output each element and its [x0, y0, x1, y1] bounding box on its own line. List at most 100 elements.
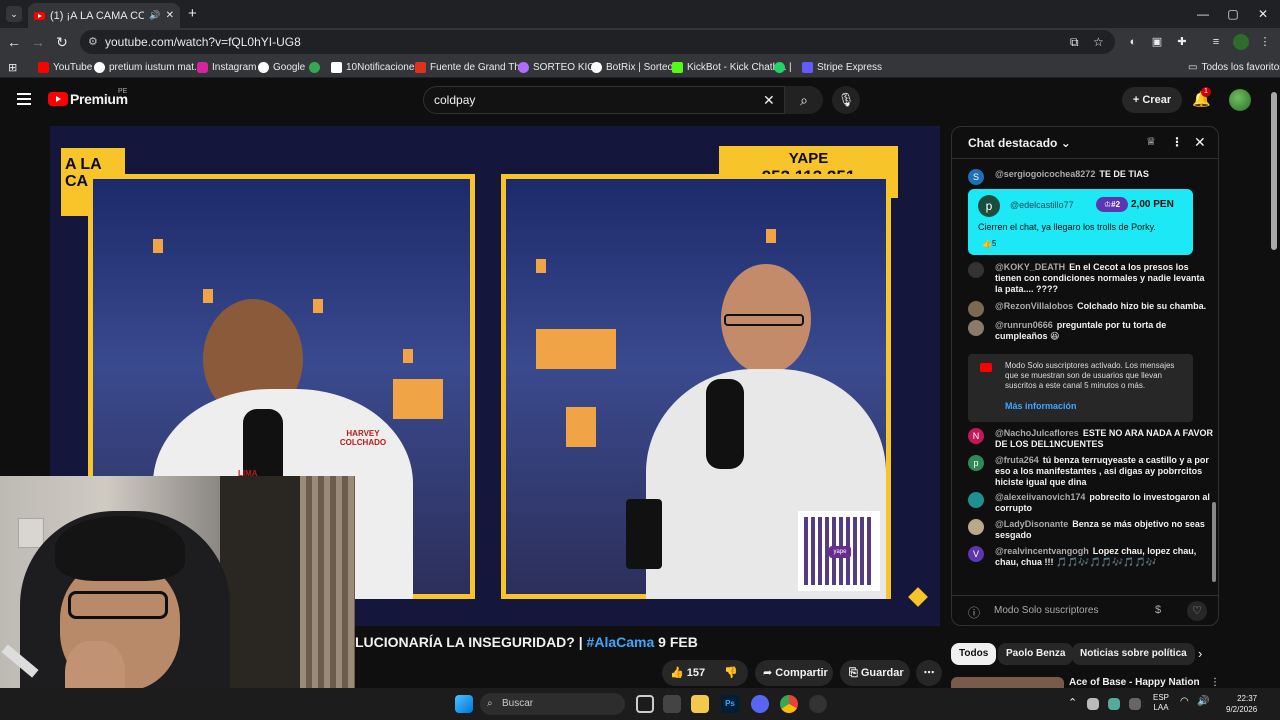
tab-active[interactable]: (1) ¡A LA CAMA CON HARV 🔊 ✕	[28, 3, 180, 28]
next-video-more-icon[interactable]: ⋮	[1210, 677, 1220, 688]
bookmark-10notificaciones[interactable]: 10Notificaciones	[331, 59, 419, 75]
super-thanks-icon[interactable]: $	[1155, 604, 1161, 616]
chat-author[interactable]: @realvincentvangogh	[995, 546, 1089, 556]
more-info-link[interactable]: Más información	[1005, 401, 1077, 411]
speaker-icon[interactable]: 🔊	[149, 10, 160, 21]
discord-icon[interactable]	[751, 695, 769, 713]
clock[interactable]: 22:37 9/2/2026	[1226, 693, 1257, 715]
bookmark-grand-theft[interactable]: Fuente de Grand Th...	[415, 59, 528, 75]
install-app-icon[interactable]: ⧉	[1070, 30, 1079, 54]
share-button[interactable]: ➦ Compartir	[755, 660, 833, 686]
chat-author[interactable]: @sergiogoicochea8272	[995, 169, 1095, 179]
obs-icon[interactable]	[809, 695, 827, 713]
save-button[interactable]: ⎘ Guardar	[840, 660, 910, 686]
chat-author[interactable]: @alexeiivanovich174	[995, 492, 1085, 502]
menu-hamburger-icon[interactable]	[17, 93, 31, 105]
wifi-icon[interactable]: ◠	[1180, 696, 1189, 707]
photoshop-icon[interactable]: Ps	[721, 695, 739, 713]
tray-icon-b[interactable]	[1108, 698, 1120, 710]
tab-search-button[interactable]: ⌄	[6, 6, 22, 22]
chat-scrollbar[interactable]	[1212, 502, 1216, 582]
chrome-icon[interactable]	[780, 695, 798, 713]
chip-noticias[interactable]: Noticias sobre política	[1072, 643, 1195, 665]
windows-start-icon[interactable]	[455, 695, 473, 713]
new-tab-button[interactable]: +	[188, 5, 197, 22]
search-input[interactable]: coldpay ✕	[423, 86, 785, 114]
chat-author[interactable]: @LadyDisonante	[995, 519, 1068, 529]
task-view-icon[interactable]	[636, 695, 654, 713]
close-chat-icon[interactable]: ✕	[1194, 134, 1206, 151]
create-button[interactable]: + Crear	[1122, 87, 1182, 113]
chips-next-icon[interactable]: ›	[1198, 646, 1202, 661]
hashtag-link[interactable]: #AlaCama	[587, 634, 655, 650]
file-explorer-icon[interactable]	[691, 695, 709, 713]
chat-author[interactable]: @RezonVillalobos	[995, 301, 1073, 311]
channel-watermark-icon[interactable]	[908, 587, 928, 607]
bookmark-botrix[interactable]: BotRix | Sorteos	[591, 59, 678, 75]
bookmark-unnamed[interactable]	[309, 59, 320, 75]
bookmark-sorteo-kick[interactable]: SORTEO KICK	[518, 59, 601, 75]
voice-search-icon[interactable]: 🎙	[832, 86, 860, 114]
next-video-title[interactable]: Ace of Base - Happy Nation	[1069, 677, 1200, 688]
tray-icon-a[interactable]	[1087, 698, 1099, 710]
tray-icon-c[interactable]	[1129, 698, 1141, 710]
tab-close-icon[interactable]: ✕	[166, 10, 174, 21]
next-video-thumbnail[interactable]	[951, 677, 1064, 688]
profile-avatar-icon[interactable]	[1233, 34, 1249, 50]
extensions-puzzle-icon[interactable]: ✚	[1174, 34, 1190, 50]
forward-icon[interactable]: →	[28, 32, 48, 52]
crown-icon[interactable]: ♕	[1146, 135, 1156, 148]
account-avatar[interactable]	[1229, 89, 1251, 111]
more-actions-button[interactable]: ⋯	[916, 660, 942, 686]
tray-chevron-icon[interactable]: ⌃	[1068, 696, 1077, 709]
phone-app-icon[interactable]	[663, 695, 681, 713]
dislike-icon[interactable]: 👎	[724, 660, 738, 686]
apps-grid-icon[interactable]: ⊞	[8, 59, 17, 75]
extension-b-icon[interactable]: ▣	[1149, 34, 1165, 50]
bookmark-youtube[interactable]: YouTube	[38, 59, 92, 75]
volume-icon[interactable]: 🔊	[1197, 696, 1209, 707]
browser-menu-icon[interactable]: ⋮	[1257, 34, 1273, 50]
bookmark-whatsapp[interactable]: |	[774, 59, 792, 75]
chat-author[interactable]: @KOKY_DEATH	[995, 262, 1065, 272]
notifications-bell-icon[interactable]: 🔔 1	[1192, 87, 1211, 108]
plus-icon: +	[1132, 94, 1143, 106]
bookmark-stripe[interactable]: Stripe Express	[802, 59, 882, 75]
search-button[interactable]: ⌕	[785, 86, 823, 114]
window-light	[403, 349, 413, 363]
chip-todos[interactable]: Todos	[951, 643, 997, 665]
superchat-likes[interactable]: 👍5	[982, 239, 996, 248]
reload-icon[interactable]: ↻	[52, 32, 72, 52]
youtube-logo-icon[interactable]	[48, 92, 68, 106]
bookmark-instagram[interactable]: Instagram	[197, 59, 256, 75]
taskbar-search[interactable]: ⌕ Buscar	[480, 693, 625, 715]
chat-author[interactable]: @fruta264	[995, 455, 1039, 465]
superchat-author[interactable]: @edelcastillo77	[1010, 200, 1074, 210]
search-value: coldpay	[434, 93, 476, 107]
chat-author[interactable]: @NachoJulcaflores	[995, 428, 1079, 438]
clear-search-icon[interactable]: ✕	[763, 87, 775, 113]
chat-more-icon[interactable]: ⋮	[1171, 135, 1183, 149]
close-window-button[interactable]: ✕	[1248, 4, 1278, 24]
bookmark-pretium[interactable]: pretium iustum mat...	[94, 59, 202, 75]
heart-reaction-icon[interactable]: ♡	[1187, 601, 1207, 621]
info-icon[interactable]: ⓘ	[968, 604, 980, 621]
address-bar[interactable]: ⚙ youtube.com/watch?v=fQL0hYI-UG8 ⧉ ☆	[80, 30, 1115, 54]
chat-mode-dropdown[interactable]: Chat destacado ⌄	[968, 136, 1071, 150]
bookmark-kickbot[interactable]: KickBot - Kick Chatb...	[672, 59, 786, 75]
superchat-amount: 2,00 PEN	[1131, 199, 1174, 210]
extension-a-icon[interactable]: ◐	[1125, 34, 1141, 50]
minimize-button[interactable]: —	[1188, 4, 1218, 24]
chat-author[interactable]: @runrun0666	[995, 320, 1053, 330]
page-scrollbar[interactable]	[1271, 92, 1277, 250]
chip-paolo-benza[interactable]: Paolo Benza	[998, 643, 1074, 665]
all-bookmarks[interactable]: ▭ Todos los favoritos	[1188, 59, 1280, 75]
like-button[interactable]: 👍 157	[670, 660, 705, 686]
bookmark-google[interactable]: Google	[258, 59, 305, 75]
language-indicator[interactable]: ESP LAA	[1153, 693, 1169, 713]
bookmark-star-icon[interactable]: ☆	[1093, 30, 1104, 54]
maximize-button[interactable]: ▢	[1218, 4, 1248, 24]
site-info-icon[interactable]: ⚙	[88, 30, 98, 54]
reading-list-icon[interactable]: ≡	[1208, 34, 1224, 50]
back-icon[interactable]: ←	[4, 32, 24, 52]
